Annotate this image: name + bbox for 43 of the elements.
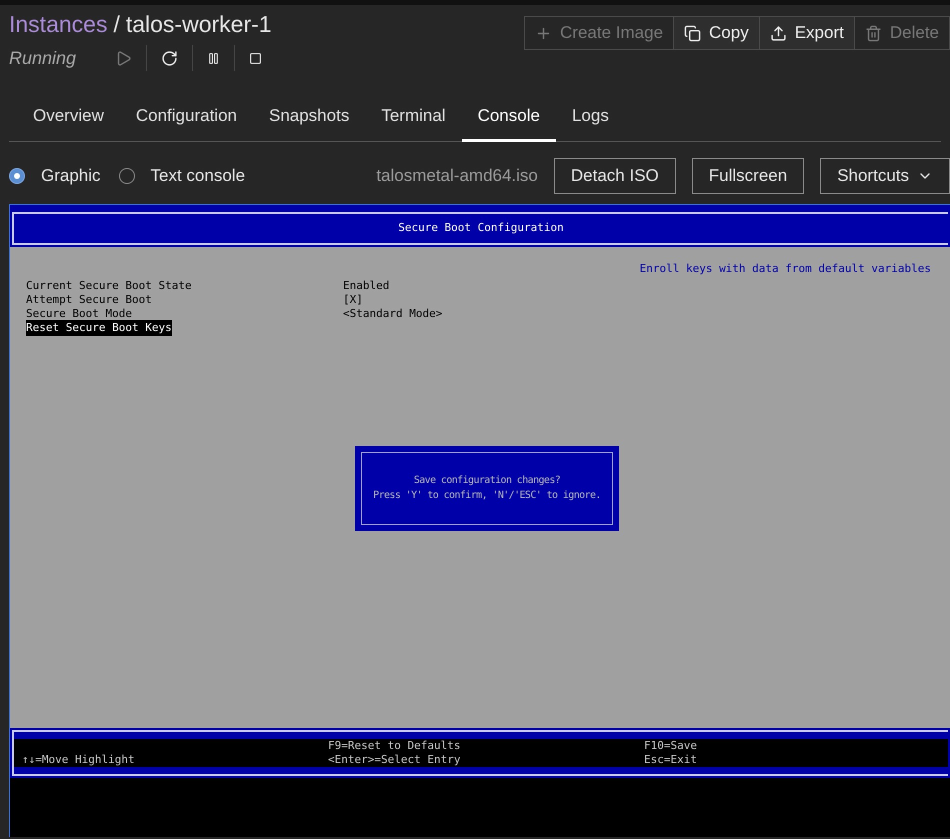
upload-icon — [770, 24, 787, 42]
radio-icon[interactable] — [118, 168, 135, 184]
toolbar-button[interactable]: Copy — [673, 17, 759, 49]
copy-icon — [684, 24, 702, 42]
trash-icon — [864, 24, 882, 42]
console-button[interactable]: Fullscreen — [692, 158, 804, 194]
status-text: Running — [9, 46, 78, 70]
menu-value: Enabled — [343, 278, 390, 294]
breadcrumb-link[interactable]: Instances — [9, 9, 108, 39]
toolbar-button[interactable]: Export — [758, 17, 854, 49]
menu-item[interactable]: Current Secure Boot State — [26, 278, 192, 294]
stop-icon — [249, 52, 262, 64]
footer-hint: <Enter>=Select Entry — [328, 752, 462, 766]
footer-hint: Esc=Exit — [644, 752, 697, 766]
instance-title: talos-worker-1 — [126, 10, 272, 39]
tab[interactable]: Configuration — [120, 103, 253, 142]
screen-header: Secure Boot Configuration — [12, 212, 948, 244]
tab[interactable]: Logs — [556, 103, 625, 142]
restart-icon — [161, 50, 178, 66]
tab[interactable]: Snapshots — [252, 103, 366, 142]
dialog-text: Press 'Y' to confirm, 'N'/'ESC' to ignore. — [373, 489, 601, 503]
menu-value: [X] — [343, 292, 363, 308]
console-button[interactable]: Detach ISO — [554, 158, 676, 194]
footer-hint: ↑↓=Move Highlight — [22, 752, 136, 766]
dropdown-button[interactable]: Shortcuts — [820, 158, 950, 194]
iso-name: talosmetal-amd64.iso — [376, 164, 538, 187]
help-text: Enroll keys with data from default variables — [640, 260, 931, 276]
radio-option[interactable]: Text console — [118, 162, 246, 188]
tab[interactable]: Terminal — [365, 103, 462, 142]
menu-value: <Standard Mode> — [343, 306, 442, 322]
radio-icon[interactable] — [9, 168, 25, 184]
menu-item[interactable]: Attempt Secure Boot — [26, 292, 152, 308]
tab[interactable]: Overview — [17, 103, 120, 142]
radio-option[interactable]: Graphic — [9, 162, 101, 188]
dialog-text: Save configuration changes? — [414, 474, 560, 488]
breadcrumb-separator: / — [113, 10, 120, 39]
footer-hint: F10=Save — [644, 738, 697, 752]
footer-hint: F9=Reset to Defaults — [328, 738, 462, 752]
menu-item[interactable]: Secure Boot Mode — [26, 306, 132, 322]
play-icon — [115, 50, 132, 66]
pause-icon — [207, 52, 220, 64]
menu-item[interactable]: Reset Secure Boot Keys — [26, 320, 172, 336]
tab[interactable]: Console — [462, 103, 556, 142]
